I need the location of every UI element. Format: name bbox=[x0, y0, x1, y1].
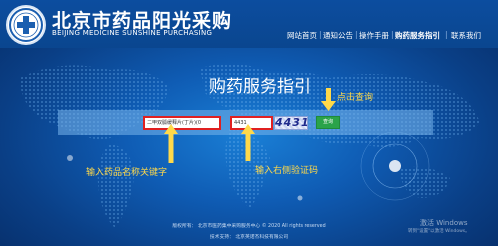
captcha-image[interactable]: 4431 bbox=[274, 116, 308, 130]
nav-separator: | bbox=[319, 30, 322, 39]
brand-title: 北京市药品阳光采购 bbox=[52, 10, 233, 32]
nav-item-notices[interactable]: 通知公告 bbox=[323, 30, 353, 42]
nav-item-drug-guide[interactable]: 购药服务指引 bbox=[395, 30, 440, 42]
activation-watermark-title: 激活 Windows bbox=[420, 219, 468, 227]
nav-separator: | bbox=[445, 30, 448, 39]
nav-item-contact[interactable]: 联系我们 bbox=[451, 30, 481, 42]
captcha-code-input[interactable]: 4431 bbox=[230, 116, 273, 130]
callout-click-query: 点击查询 bbox=[337, 93, 374, 103]
drug-keyword-input[interactable]: 二甲双胍缓释片(丁片)(0 bbox=[143, 116, 221, 130]
page: 北京市药品阳光采购 BEIJING MEDICINE SUNSHINE PURC… bbox=[0, 0, 498, 246]
callout-enter-keyword: 输入药品名称关键字 bbox=[86, 168, 168, 178]
brand-subtitle: BEIJING MEDICINE SUNSHINE PURCHASING bbox=[52, 29, 213, 37]
footer-tech-support: 技术支持： 北京英诺杰科技有限公司 bbox=[209, 235, 289, 240]
activation-watermark-hint: 转到"设置"以激活 Windows。 bbox=[408, 229, 470, 234]
site-logo[interactable] bbox=[6, 5, 46, 45]
callout-enter-code: 输入右侧验证码 bbox=[255, 166, 319, 176]
medical-cross-icon bbox=[9, 8, 43, 42]
nav-item-manual[interactable]: 操作手册 bbox=[359, 30, 389, 42]
page-title: 购药服务指引 bbox=[209, 77, 311, 97]
nav-separator: | bbox=[391, 30, 394, 39]
query-button[interactable]: 查询 bbox=[316, 116, 340, 129]
nav-separator: | bbox=[355, 30, 358, 39]
nav-item-home[interactable]: 网站首页 bbox=[287, 30, 317, 42]
site-header: 北京市药品阳光采购 BEIJING MEDICINE SUNSHINE PURC… bbox=[0, 0, 498, 48]
